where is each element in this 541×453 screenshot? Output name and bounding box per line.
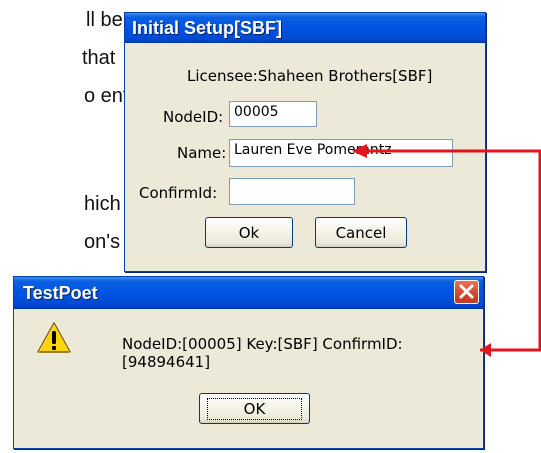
ok-button[interactable]: Ok (205, 217, 293, 248)
testpoet-titlebar[interactable]: TestPoet (14, 277, 483, 309)
setup-title: Initial Setup[SBF] (132, 18, 282, 38)
background-text-4: hich (84, 193, 121, 215)
nodeid-field[interactable]: 00005 (229, 101, 317, 127)
initial-setup-dialog: Initial Setup[SBF] Licensee:Shaheen Brot… (124, 12, 486, 272)
testpoet-ok-button[interactable]: OK (199, 393, 310, 424)
message-text: NodeID:[00005] Key:[SBF] ConfirmID:[9489… (122, 335, 403, 371)
testpoet-title: TestPoet (23, 283, 98, 303)
background-text-1: ll be (86, 9, 123, 31)
licensee-label: Licensee:Shaheen Brothers[SBF] (187, 67, 433, 85)
setup-titlebar[interactable]: Initial Setup[SBF] (125, 13, 485, 43)
name-field[interactable]: Lauren Eve Pomerantz (229, 139, 453, 167)
name-label: Name: (177, 144, 227, 162)
confirmid-field[interactable] (229, 178, 355, 205)
warning-icon (36, 321, 72, 360)
confirmid-label: ConfirmId: (139, 184, 218, 202)
nodeid-label: NodeID: (163, 108, 224, 126)
background-text-2: that (82, 47, 116, 69)
testpoet-ok-label: OK (206, 397, 303, 420)
testpoet-dialog: TestPoet NodeID:[00005] Key:[SBF] Confir… (13, 276, 484, 449)
cancel-button[interactable]: Cancel (315, 217, 407, 248)
close-icon[interactable] (454, 280, 479, 304)
background-text-5: on's (84, 231, 121, 253)
